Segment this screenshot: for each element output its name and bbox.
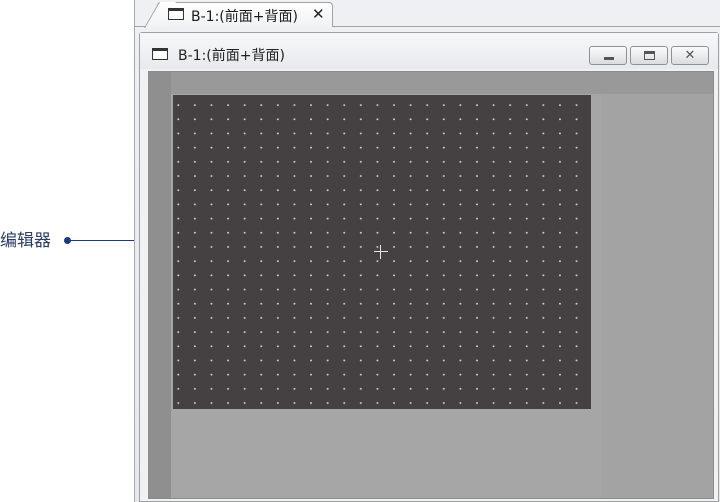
window-icon xyxy=(168,8,184,20)
window-titlebar[interactable]: B-1:(前面+背面) ✕ xyxy=(140,33,718,69)
editor-window: B-1:(前面+背面) ✕ xyxy=(139,32,719,502)
window-title: B-1:(前面+背面) xyxy=(178,48,285,64)
close-icon[interactable]: ✕ xyxy=(312,5,325,23)
editor-canvas[interactable] xyxy=(173,95,591,409)
minimize-button[interactable] xyxy=(589,46,627,65)
window-icon xyxy=(152,48,168,60)
document-tab[interactable]: B-1:(前面+背面) ✕ xyxy=(144,2,333,28)
close-window-button[interactable]: ✕ xyxy=(671,46,709,65)
editor-client-area[interactable] xyxy=(148,71,714,499)
client-left-margin xyxy=(149,72,171,498)
close-icon: ✕ xyxy=(684,48,696,63)
document-area: B-1:(前面+背面) ✕ B-1:(前面+背面) ✕ xyxy=(134,0,720,502)
client-right-margin xyxy=(601,94,713,498)
crosshair-icon xyxy=(374,251,388,252)
crosshair-icon xyxy=(380,245,381,259)
maximize-icon xyxy=(644,51,655,60)
maximize-button[interactable] xyxy=(630,46,668,65)
callout-label: 编辑器 xyxy=(0,231,51,251)
minimize-icon xyxy=(604,57,614,60)
client-top-margin xyxy=(149,72,713,94)
tab-label: B-1:(前面+背面) xyxy=(191,9,298,25)
